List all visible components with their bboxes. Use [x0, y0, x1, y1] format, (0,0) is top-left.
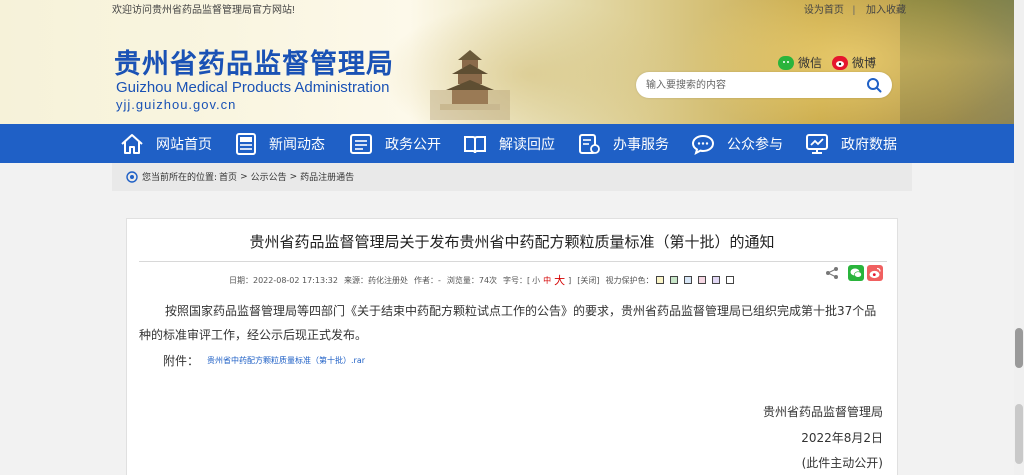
font-size-large[interactable]: 大 — [554, 272, 565, 288]
search-icon[interactable] — [866, 77, 882, 93]
weibo-label: 微博 — [852, 56, 877, 70]
article-title: 贵州省药品监督管理局关于发布贵州省中药配方颗粒质量标准（第十批）的通知 — [249, 233, 775, 251]
font-size-small[interactable]: 小 — [532, 275, 540, 286]
eye-care-swatch-1[interactable] — [669, 276, 678, 284]
nav-item-label: 解读回应 — [499, 136, 555, 153]
font-size-end: ] — [568, 275, 572, 285]
nav-item-services[interactable]: 办事服务 — [577, 124, 669, 163]
eye-care-swatch-4[interactable] — [711, 276, 720, 284]
site-title[interactable]: 贵州省药品监督管理局 — [114, 42, 394, 81]
search-box — [636, 72, 892, 98]
breadcrumb-current[interactable]: 药品注册通告 — [300, 170, 354, 183]
chat-icon — [691, 134, 715, 155]
data-icon — [806, 133, 828, 154]
nav-item-government[interactable]: 政务公开 — [349, 124, 441, 163]
eye-care-swatch-5[interactable] — [725, 276, 734, 284]
article-author: 作者：- — [413, 275, 441, 285]
article-meta: 日期：2022-08-02 17:13:32 来源：药化注册处 作者：- 浏览量… — [229, 272, 746, 288]
nav-item-label: 政务公开 — [385, 136, 441, 153]
attachment-link[interactable]: 贵州省中药配方颗粒质量标准（第十批）.rar — [207, 355, 365, 366]
breadcrumb-notices[interactable]: 公示公告 — [251, 170, 287, 183]
add-favorite-link[interactable]: 加入收藏 — [866, 5, 906, 16]
weibo-icon — [832, 55, 848, 70]
share-area — [825, 265, 883, 281]
folder-icon — [350, 133, 372, 154]
book-icon — [464, 135, 486, 153]
nav-item-label: 公众参与 — [727, 136, 783, 153]
wechat-link[interactable]: 微信 — [778, 54, 822, 71]
breadcrumb: 您当前所在的位置: 首页 > 公示公告 > 药品注册通告 — [112, 163, 912, 191]
wechat-label: 微信 — [798, 56, 823, 70]
eye-care-label: 视力保护色： — [605, 275, 654, 285]
close-link[interactable]: [关闭] — [577, 275, 599, 286]
weibo-link[interactable]: 微博 — [832, 54, 876, 71]
font-size-label: 字号：[ — [503, 275, 531, 285]
header-banner: 欢迎访问贵州省药品监督管理局官方网站! 设为首页 | 加入收藏 贵州省药品监督管… — [0, 0, 1024, 124]
nav-item-home[interactable]: 网站首页 — [120, 124, 212, 163]
nav-item-participation[interactable]: 公众参与 — [691, 124, 783, 163]
eye-care-swatch-0[interactable] — [655, 276, 664, 284]
eye-care-swatch-3[interactable] — [697, 276, 706, 284]
divider — [139, 261, 887, 262]
top-links: 设为首页 | 加入收藏 — [796, 1, 906, 16]
scrollbar-thumb[interactable] — [1015, 328, 1023, 368]
news-icon — [236, 132, 256, 155]
scrollbar[interactable] — [1014, 0, 1024, 475]
article-panel: 贵州省药品监督管理局关于发布贵州省中药配方颗粒质量标准（第十批）的通知 日期：2… — [126, 218, 898, 475]
welcome-text: 欢迎访问贵州省药品监督管理局官方网站! — [112, 5, 295, 16]
nav-item-data[interactable]: 政府数据 — [805, 124, 897, 163]
breadcrumb-prefix: 您当前所在的位置: — [142, 173, 218, 183]
article-views: 浏览量：74次 — [446, 275, 498, 285]
article-source: 来源：药化注册处 — [343, 275, 408, 285]
site-title-en: Guizhou Medical Products Administration — [116, 79, 390, 96]
share-wechat-icon[interactable] — [848, 265, 864, 281]
main-nav: 网站首页 新闻动态 政务公开 解读回应 办事服务 公众参与 政府数据 — [0, 124, 1024, 163]
breadcrumb-home[interactable]: 首页 — [219, 170, 237, 183]
article-date: 日期：2022-08-02 17:13:32 — [229, 275, 338, 285]
signature-date: 2022年8月2日 — [801, 431, 883, 445]
divider: | — [852, 5, 856, 16]
share-weibo-icon[interactable] — [867, 265, 883, 281]
article-body: 按照国家药品监督管理局等四部门《关于结束中药配方颗粒试点工作的公告》的要求，贵州… — [139, 304, 877, 342]
nav-item-news[interactable]: 新闻动态 — [235, 124, 325, 163]
disclosure-note: (此件主动公开) — [801, 456, 883, 470]
scrollbar-track — [1015, 404, 1023, 464]
service-icon — [579, 133, 600, 154]
breadcrumb-separator: > — [289, 171, 298, 182]
nav-item-interpretation[interactable]: 解读回应 — [463, 124, 555, 163]
attachment: 附件： 贵州省中药配方颗粒质量标准（第十批）.rar — [163, 352, 365, 369]
attachment-label: 附件： — [163, 354, 200, 368]
home-icon — [121, 133, 143, 154]
font-size-medium[interactable]: 中 — [543, 275, 551, 286]
wechat-icon — [778, 55, 794, 70]
nav-item-label: 新闻动态 — [269, 136, 325, 153]
share-icon[interactable] — [825, 266, 839, 280]
nav-item-label: 政府数据 — [841, 136, 897, 153]
breadcrumb-separator: > — [240, 171, 248, 182]
pagoda-image — [430, 50, 510, 120]
nav-item-label: 办事服务 — [613, 136, 669, 153]
set-homepage-link[interactable]: 设为首页 — [804, 5, 844, 16]
eye-care-swatches — [655, 276, 740, 285]
site-url: yjj.guizhou.gov.cn — [116, 97, 237, 112]
location-icon — [126, 170, 138, 183]
signature-org: 贵州省药品监督管理局 — [762, 405, 883, 419]
search-input[interactable] — [646, 77, 856, 93]
eye-care-swatch-2[interactable] — [683, 276, 692, 284]
nav-item-label: 网站首页 — [156, 136, 212, 153]
